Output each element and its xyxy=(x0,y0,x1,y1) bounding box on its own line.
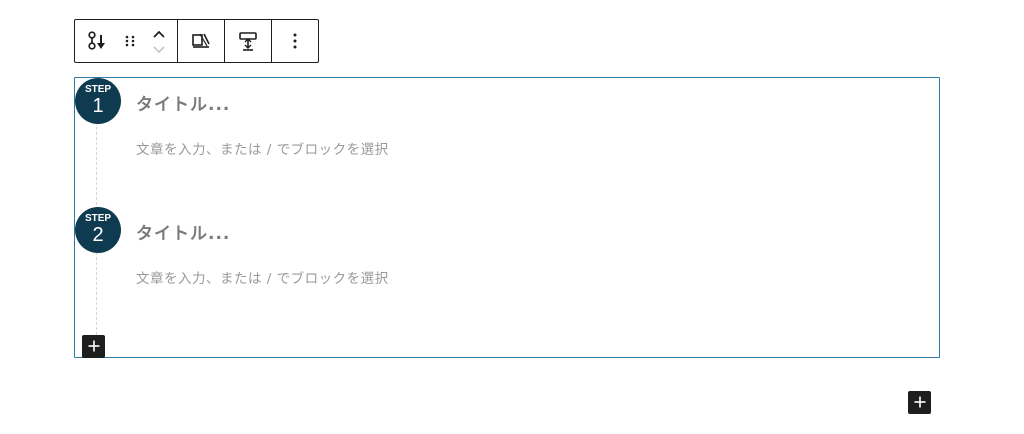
block-type-button[interactable] xyxy=(75,20,119,62)
align-icon xyxy=(190,30,212,52)
move-down-icon xyxy=(152,45,166,55)
step-badge: STEP 2 xyxy=(75,207,121,253)
more-options-icon xyxy=(292,32,298,50)
editor-canvas: STEP 1 タイトル... 文章を入力、または / でブロックを選択 STEP… xyxy=(0,0,1024,434)
step-label: STEP xyxy=(84,84,112,95)
toolbar-group-more xyxy=(272,20,318,62)
add-inner-block-button[interactable] xyxy=(82,335,105,358)
vertical-align-icon xyxy=(237,30,259,52)
step-title-input[interactable]: タイトル... xyxy=(136,90,230,115)
step-title-input[interactable]: タイトル... xyxy=(136,219,230,244)
step-number: 2 xyxy=(92,224,104,246)
plus-icon xyxy=(88,337,100,356)
step-block[interactable]: STEP 1 タイトル... 文章を入力、または / でブロックを選択 STEP… xyxy=(74,77,940,358)
block-toolbar xyxy=(74,19,319,63)
vertical-align-button[interactable] xyxy=(225,20,271,62)
drag-handle-button[interactable] xyxy=(119,20,141,62)
more-options-button[interactable] xyxy=(272,20,318,62)
move-down-button[interactable] xyxy=(152,43,166,57)
step-block-type-icon xyxy=(86,30,108,52)
move-up-button[interactable] xyxy=(152,25,166,43)
drag-handle-icon xyxy=(124,34,136,48)
step-badge: STEP 1 xyxy=(75,78,121,124)
align-button[interactable] xyxy=(178,20,224,62)
toolbar-group-block xyxy=(75,20,178,62)
toolbar-group-vertical xyxy=(225,20,272,62)
mover-controls xyxy=(141,20,177,62)
step-body-input[interactable]: 文章を入力、または / でブロックを選択 xyxy=(136,138,389,158)
step-number: 1 xyxy=(92,95,104,117)
plus-icon xyxy=(914,393,926,412)
add-block-button[interactable] xyxy=(908,391,931,414)
toolbar-group-align xyxy=(178,20,225,62)
step-label: STEP xyxy=(84,213,112,224)
move-up-icon xyxy=(152,29,166,39)
step-body-input[interactable]: 文章を入力、または / でブロックを選択 xyxy=(136,267,389,287)
